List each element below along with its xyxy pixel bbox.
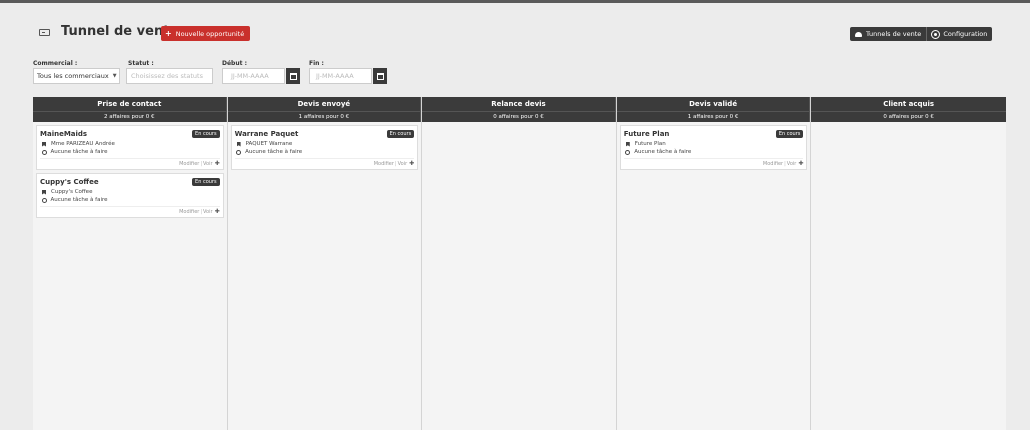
view-link[interactable]: Voir	[398, 161, 408, 167]
column-summary: 1 affaires pour 0 €	[227, 111, 421, 122]
configuration-button[interactable]: Configuration	[926, 27, 993, 41]
column-body[interactable]	[422, 122, 616, 430]
column-header: Client acquis 0 affaires pour 0 €	[811, 97, 1006, 122]
fin-label: Fin :	[309, 60, 324, 67]
bookmark-icon	[236, 141, 241, 147]
edit-link[interactable]: Modifier	[374, 161, 394, 167]
column-relance-devis: Relance devis 0 affaires pour 0 €	[422, 97, 617, 430]
calendar-icon	[289, 72, 297, 80]
status-badge: En cours	[192, 178, 220, 186]
add-icon[interactable]: ✚	[409, 160, 414, 167]
clock-icon	[625, 149, 631, 155]
column-summary: 0 affaires pour 0 €	[811, 111, 1006, 122]
clock-icon	[41, 149, 47, 155]
column-summary: 1 affaires pour 0 €	[616, 111, 810, 122]
column-summary: 2 affaires pour 0 €	[33, 111, 226, 122]
view-link[interactable]: Voir	[203, 209, 213, 215]
bookmark-icon	[625, 141, 630, 147]
edit-link[interactable]: Modifier	[763, 161, 783, 167]
card-contact: Future Plan	[634, 141, 666, 147]
column-body[interactable]: Warrane Paquet En cours PAQUET Warrane A…	[227, 122, 422, 430]
commercial-label: Commercial :	[33, 60, 78, 67]
opportunity-card[interactable]: Cuppy's Coffee En cours Cuppy's Coffee A…	[36, 173, 224, 218]
clock-icon	[236, 149, 242, 155]
sales-tunnels-button[interactable]: Tunnels de vente	[850, 27, 927, 41]
column-body[interactable]: Future Plan En cours Future Plan Aucune …	[616, 122, 811, 430]
column-header: Devis validé 1 affaires pour 0 €	[616, 97, 811, 122]
configuration-label: Configuration	[943, 30, 988, 38]
column-summary: 0 affaires pour 0 €	[422, 111, 615, 122]
column-title: Devis envoyé	[297, 100, 351, 108]
kanban-board: Prise de contact 2 affaires pour 0 € Mai…	[33, 97, 1006, 430]
opportunity-card[interactable]: MaineMaids En cours Mme PARIZEAU Andrée …	[36, 125, 224, 170]
card-title[interactable]: Future Plan	[624, 130, 670, 138]
statut-placeholder: Choisissez des statuts	[131, 72, 203, 80]
gear-icon	[931, 29, 941, 39]
opportunity-card[interactable]: Warrane Paquet En cours PAQUET Warrane A…	[230, 125, 419, 170]
clock-icon	[41, 197, 47, 203]
card-contact: PAQUET Warrane	[245, 141, 293, 147]
edit-link[interactable]: Modifier	[179, 161, 199, 167]
column-title: Devis validé	[689, 100, 738, 108]
column-header: Devis envoyé 1 affaires pour 0 €	[227, 97, 422, 122]
status-badge: En cours	[386, 130, 415, 138]
card-tasks: Aucune tâche à faire	[50, 149, 108, 155]
debut-label: Début :	[222, 60, 247, 67]
view-link[interactable]: Voir	[203, 161, 213, 167]
add-icon[interactable]: ✚	[798, 160, 803, 167]
card-tasks: Aucune tâche à faire	[634, 149, 692, 155]
commercial-select-value: Tous les commerciaux	[37, 72, 109, 80]
column-client-acquis: Client acquis 0 affaires pour 0 €	[811, 97, 1006, 430]
column-devis-valide: Devis validé 1 affaires pour 0 € Future …	[616, 97, 812, 430]
new-opportunity-button[interactable]: + Nouvelle opportunité	[161, 26, 251, 41]
column-body[interactable]: MaineMaids En cours Mme PARIZEAU Andrée …	[33, 122, 227, 430]
opportunity-card[interactable]: Future Plan En cours Future Plan Aucune …	[619, 125, 808, 170]
status-badge: En cours	[192, 130, 220, 138]
status-badge: En cours	[775, 130, 804, 138]
bookmark-icon	[42, 189, 46, 195]
add-icon[interactable]: ✚	[215, 160, 220, 167]
column-devis-envoye: Devis envoyé 1 affaires pour 0 € Warrane…	[227, 97, 423, 430]
column-title: Relance devis	[491, 100, 546, 108]
statut-label: Statut :	[128, 60, 154, 67]
edit-link[interactable]: Modifier	[179, 209, 199, 215]
card-title[interactable]: Cuppy's Coffee	[40, 178, 99, 186]
debut-placeholder: JJ-MM-AAAA	[231, 72, 269, 80]
add-icon[interactable]: ✚	[215, 208, 220, 215]
tunnel-icon	[39, 29, 50, 36]
debut-date-input[interactable]: JJ-MM-AAAA	[222, 68, 285, 84]
sales-tunnels-label: Tunnels de vente	[866, 30, 922, 38]
commercial-select[interactable]: Tous les commerciaux ▼	[33, 68, 120, 84]
column-title: Prise de contact	[97, 100, 162, 108]
plus-icon: +	[165, 29, 172, 38]
card-contact: Mme PARIZEAU Andrée	[51, 141, 115, 147]
view-link[interactable]: Voir	[787, 161, 797, 167]
top-right-button-group: Tunnels de vente Configuration	[850, 27, 993, 41]
calendar-icon	[376, 72, 384, 80]
column-header: Prise de contact 2 affaires pour 0 €	[33, 97, 227, 122]
fin-calendar-button[interactable]	[373, 68, 387, 84]
top-bar	[0, 0, 1030, 3]
fin-date-input[interactable]: JJ-MM-AAAA	[309, 68, 372, 84]
chevron-down-icon: ▼	[112, 73, 117, 79]
fin-placeholder: JJ-MM-AAAA	[316, 72, 354, 80]
column-prise-de-contact: Prise de contact 2 affaires pour 0 € Mai…	[33, 97, 228, 430]
statut-input[interactable]: Choisissez des statuts	[126, 68, 213, 84]
debut-calendar-button[interactable]	[286, 68, 300, 84]
card-title[interactable]: Warrane Paquet	[235, 130, 299, 138]
card-title[interactable]: MaineMaids	[40, 130, 87, 138]
bookmark-icon	[42, 141, 46, 147]
card-contact: Cuppy's Coffee	[51, 189, 93, 195]
card-tasks: Aucune tâche à faire	[245, 149, 303, 155]
dashboard-icon	[855, 31, 862, 37]
card-tasks: Aucune tâche à faire	[50, 197, 108, 203]
new-opportunity-label: Nouvelle opportunité	[175, 29, 245, 38]
column-header: Relance devis 0 affaires pour 0 €	[422, 97, 616, 122]
column-body[interactable]	[811, 122, 1006, 430]
column-title: Client acquis	[883, 100, 935, 108]
